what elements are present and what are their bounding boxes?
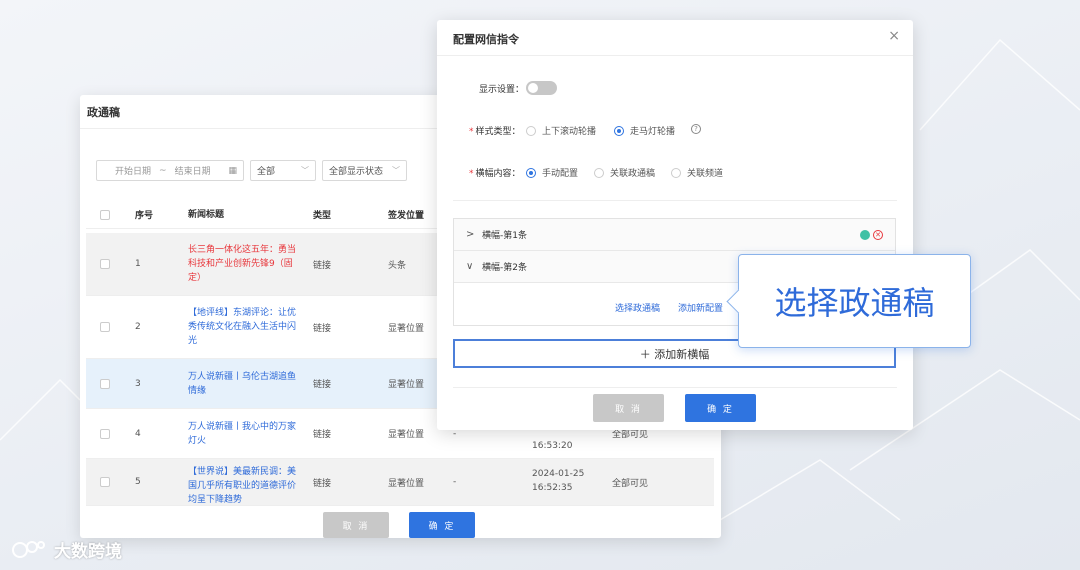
confirm-button[interactable]: 确 定	[685, 394, 756, 422]
column-header-title: 新闻标题	[188, 209, 225, 220]
row-title-link[interactable]: 长三角一体化这五年：勇当科技和产业创新先锋9（固定）	[188, 243, 298, 285]
row-position: 显著位置	[388, 430, 425, 440]
row-type: 链接	[313, 323, 332, 334]
radio-vertical-scroll[interactable]: 上下滚动轮播	[526, 124, 596, 137]
help-icon[interactable]: ?	[691, 124, 701, 134]
row-position: 显著位置	[388, 478, 425, 489]
divider	[453, 200, 897, 201]
dialog-title: 配置网信指令	[453, 33, 519, 46]
cancel-button[interactable]: 取 消	[323, 512, 389, 538]
select-all-checkbox[interactable]	[100, 209, 110, 220]
banner-content-label: * 横幅内容：	[469, 169, 521, 179]
cancel-button[interactable]: 取 消	[593, 394, 664, 422]
display-setting-toggle[interactable]	[526, 81, 557, 95]
row-title-link[interactable]: 万人说新疆丨乌伦古湖追鱼情缘	[188, 370, 298, 398]
row-no: 5	[135, 477, 141, 487]
row-date: 2024-01-25	[532, 469, 585, 479]
end-date-placeholder: 结束日期	[174, 167, 211, 177]
row-position: 显著位置	[388, 380, 425, 390]
category-select-value: 全部	[257, 167, 276, 177]
row-type: 链接	[313, 430, 332, 440]
add-config-link[interactable]: 添加新配置	[678, 301, 723, 314]
callout-text: 选择政通稿	[774, 284, 935, 322]
watermark: 大数跨境	[10, 537, 122, 562]
row-dash: -	[453, 428, 457, 439]
radio-icon	[671, 167, 681, 178]
radio-linked-channel[interactable]: 关联频道	[671, 166, 723, 179]
row-time: 16:52:35	[532, 483, 573, 493]
row-checkbox[interactable]	[100, 477, 110, 487]
row-visibility: 全部可见	[612, 478, 649, 489]
row-no: 2	[135, 322, 141, 332]
banner-item-label: 横幅-第1条	[482, 231, 527, 241]
table-row[interactable]: 5 【世界说】美最新民调：美国几乎所有职业的道德评价均呈下降趋势 链接 显著位置…	[86, 459, 714, 506]
chevron-down-icon: ﹀	[392, 166, 400, 175]
row-no: 3	[135, 378, 141, 389]
display-status-value: 全部显示状态	[329, 167, 384, 177]
radio-linked-release[interactable]: 关联政通稿	[594, 166, 655, 179]
chevron-right-icon: >	[466, 229, 475, 240]
callout-bubble: 选择政通稿	[738, 254, 971, 348]
style-type-label: * 样式类型：	[469, 127, 521, 137]
calendar-icon: ▦	[228, 165, 237, 176]
row-position: 头条	[388, 260, 407, 271]
row-type: 链接	[313, 260, 332, 271]
start-date-placeholder: 开始日期	[115, 167, 152, 177]
row-title-link[interactable]: 万人说新疆丨我心中的万家灯火	[188, 420, 298, 448]
check-circle-icon[interactable]	[860, 230, 870, 240]
chevron-down-icon: ∨	[466, 261, 474, 272]
banner-item-1[interactable]: > 横幅-第1条 ✕	[454, 219, 895, 251]
choose-release-link[interactable]: 选择政通稿	[615, 301, 660, 314]
row-no: 1	[135, 259, 141, 269]
row-title-link[interactable]: 【世界说】美最新民调：美国几乎所有职业的道德评价均呈下降趋势	[188, 465, 298, 505]
column-header-type: 类型	[313, 211, 332, 221]
row-position: 显著位置	[388, 323, 425, 334]
row-checkbox[interactable]	[100, 322, 110, 332]
watermark-text: 大数跨境	[54, 542, 122, 562]
remove-circle-icon[interactable]: ✕	[873, 230, 883, 240]
logo-icon	[12, 540, 45, 558]
chevron-down-icon: ﹀	[301, 166, 309, 175]
row-checkbox[interactable]	[100, 378, 110, 389]
radio-icon	[526, 125, 536, 136]
configure-directive-dialog: 配置网信指令 × 显示设置： * 样式类型： 上下滚动轮播 走马灯轮播 ? * 横幅…	[437, 20, 913, 430]
display-status-select[interactable]: 全部显示状态 ﹀	[322, 160, 407, 181]
column-header-position: 签发位置	[388, 211, 425, 221]
confirm-button[interactable]: 确 定	[409, 512, 475, 538]
divider	[453, 387, 897, 388]
date-separator: ~	[159, 165, 167, 176]
column-header-no: 序号	[135, 211, 154, 221]
radio-selected-icon	[526, 167, 536, 178]
row-type: 链接	[313, 478, 332, 489]
display-setting-label: 显示设置：	[479, 85, 525, 95]
radio-manual-config[interactable]: 手动配置	[526, 166, 578, 179]
divider	[437, 55, 913, 56]
close-icon[interactable]: ×	[888, 28, 900, 44]
date-range-picker[interactable]: 开始日期 ~ 结束日期 ▦	[96, 160, 244, 181]
category-select[interactable]: 全部 ﹀	[250, 160, 316, 181]
radio-selected-icon	[614, 125, 624, 136]
row-title-link[interactable]: 【地评线】东湖评论：让优秀传统文化在融入生活中闪光	[188, 306, 298, 348]
banner-item-label: 横幅-第2条	[482, 263, 527, 273]
radio-icon	[594, 167, 604, 178]
row-dash: -	[453, 477, 457, 487]
row-checkbox[interactable]	[100, 259, 110, 269]
row-time: 16:53:20	[532, 441, 573, 451]
radio-marquee[interactable]: 走马灯轮播	[614, 124, 675, 137]
row-checkbox[interactable]	[100, 428, 110, 439]
row-type: 链接	[313, 380, 332, 390]
row-no: 4	[135, 428, 141, 439]
window-title: 政通稿	[87, 106, 120, 119]
